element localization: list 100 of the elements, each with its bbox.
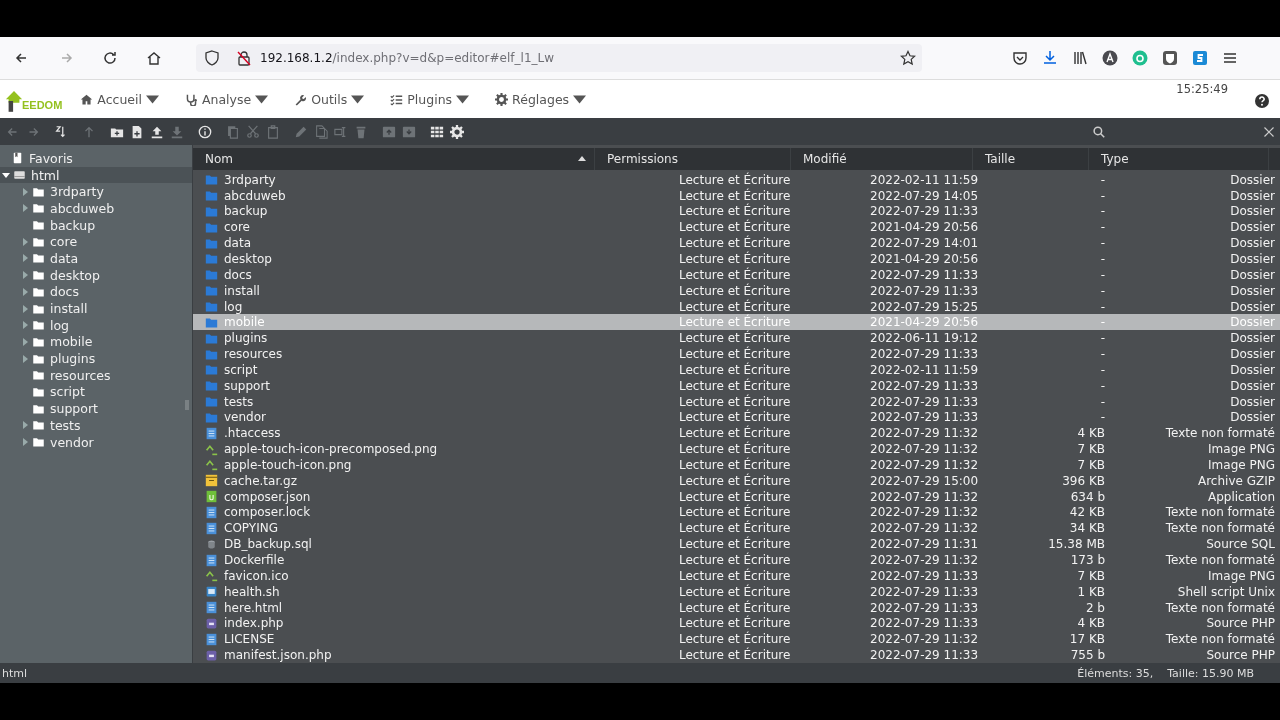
tree-item[interactable]: log: [0, 316, 192, 334]
tree-item[interactable]: docs: [0, 283, 192, 301]
file-name: tests: [224, 394, 254, 409]
column-header[interactable]: Nom: [193, 148, 595, 170]
file-row[interactable]: script Lecture et Écriture 2022-02-11 11:59 - Dossier: [193, 361, 1280, 378]
permissions-cell-text: Lecture et Écriture: [679, 299, 792, 314]
file-row[interactable]: favicon.ico Lecture et Écriture 2022-07-29 11:33 7 KB Image PNG: [193, 567, 1280, 584]
address-bar[interactable]: 192.168.1.2/index.php?v=d&p=editor#elf_l1_Lw: [196, 44, 922, 72]
tree-item[interactable]: tests: [0, 417, 192, 434]
file-row[interactable]: DB_backup.sql Lecture et Écriture 2022-07-29 11:31 15.38 MB Source SQL: [193, 536, 1280, 553]
tree-item[interactable]: 3rdparty: [0, 183, 192, 201]
file-row[interactable]: LICENSE Lecture et Écriture 2022-07-29 11:32 17 KB Texte non formaté: [193, 631, 1280, 648]
file-row[interactable]: core Lecture et Écriture 2021-04-29 20:56 - Dossier: [193, 219, 1280, 236]
file-row[interactable]: tests Lecture et Écriture 2022-07-29 11:33 - Dossier: [193, 393, 1280, 410]
tree-item[interactable]: abcduweb: [0, 200, 192, 217]
tree-item[interactable]: install: [0, 300, 192, 317]
help-icon[interactable]: [1255, 94, 1269, 108]
library-icon[interactable]: [1072, 50, 1088, 66]
modified-cell-text: 2022-07-29 14:05: [870, 188, 980, 203]
extension-icon[interactable]: [1192, 50, 1208, 66]
file-row[interactable]: here.html Lecture et Écriture 2022-07-29 11:33 2 b Texte non formaté: [193, 599, 1280, 616]
file-row[interactable]: 3rdparty Lecture et Écriture 2022-02-11 11:59 - Dossier: [193, 171, 1280, 188]
caret-icon: [456, 92, 470, 106]
tree-item[interactable]: script: [0, 383, 192, 401]
file-row[interactable]: vendor Lecture et Écriture 2022-07-29 11:33 - Dossier: [193, 409, 1280, 426]
file-row[interactable]: cache.tar.gz Lecture et Écriture 2022-07-29 15:00 396 KB Archive GZIP: [193, 472, 1280, 489]
menu-icon[interactable]: [1222, 50, 1238, 66]
size-cell-text: 7 KB: [1076, 442, 1105, 457]
permissions-cell-text: Lecture et Écriture: [679, 236, 792, 251]
caret-icon: [573, 92, 587, 106]
column-header[interactable]: Modifié: [791, 148, 973, 170]
shield-extension-icon[interactable]: [1162, 50, 1178, 66]
nav-menu[interactable]: Réglages: [491, 89, 591, 109]
file-row[interactable]: COPYING Lecture et Écriture 2022-07-29 11:32 34 KB Texte non formaté: [193, 520, 1280, 537]
drive-icon: [13, 169, 26, 182]
tree-item[interactable]: vendor: [0, 433, 192, 451]
tree-item[interactable]: desktop: [0, 266, 192, 284]
file-row[interactable]: health.sh Lecture et Écriture 2022-07-29 11:33 1 KB Shell script Unix: [193, 583, 1280, 600]
file-row[interactable]: data Lecture et Écriture 2022-07-29 14:01 - Dossier: [193, 235, 1280, 252]
tree-item[interactable]: core: [0, 233, 192, 251]
file-row[interactable]: composer.json Lecture et Écriture 2022-07-29 11:32 634 b Application: [193, 488, 1280, 505]
column-header[interactable]: Permissions: [595, 148, 791, 170]
file-name: plugins: [224, 331, 268, 346]
file-row[interactable]: desktop Lecture et Écriture 2021-04-29 20:56 - Dossier: [193, 251, 1280, 267]
type-cell-text: Source PHP: [1205, 616, 1275, 631]
file-name: cache.tar.gz: [224, 473, 297, 488]
file-row[interactable]: apple-touch-icon.png Lecture et Écriture 2022-07-29 11:32 7 KB Image PNG: [193, 457, 1280, 473]
file-row[interactable]: backup Lecture et Écriture 2022-07-29 11:33 - Dossier: [193, 203, 1280, 220]
star-icon[interactable]: [900, 50, 916, 66]
column-header[interactable]: Taille: [973, 148, 1089, 170]
download-icon[interactable]: [1042, 50, 1058, 66]
home-icon[interactable]: [146, 50, 162, 66]
close-icon[interactable]: [1263, 125, 1275, 138]
folder-icon: [32, 385, 45, 398]
pocket-icon[interactable]: [1012, 50, 1028, 66]
modified-cell-text: 2022-07-29 11:33: [870, 394, 980, 409]
reload-icon[interactable]: [102, 50, 118, 66]
file-row[interactable]: manifest.json.php Lecture et Écriture 2022-07-29 11:33 755 b Source PHP: [193, 647, 1280, 663]
modified-cell-text: 2022-06-11 19:12: [870, 331, 980, 346]
tree-item[interactable]: mobile: [0, 333, 192, 351]
tree-item[interactable]: support: [0, 400, 192, 417]
extension-icon[interactable]: [1132, 50, 1148, 66]
nav-menu[interactable]: Accueil: [76, 89, 163, 109]
folder-icon: [205, 347, 218, 361]
tree-item[interactable]: html: [0, 166, 192, 184]
modified-cell-text: 2022-07-29 11:33: [870, 204, 980, 219]
expand-arrow-icon[interactable]: [2, 171, 10, 180]
column-header[interactable]: Type: [1089, 148, 1269, 170]
type-cell-text: Dossier: [1229, 252, 1275, 266]
size-cell-text: -: [1099, 283, 1105, 298]
tree-item[interactable]: Favoris: [0, 150, 192, 167]
file-row[interactable]: index.php Lecture et Écriture 2022-07-29 11:33 4 KB Source PHP: [193, 615, 1280, 632]
file-row[interactable]: .htaccess Lecture et Écriture 2022-07-29 11:32 4 KB Texte non formaté: [193, 425, 1280, 442]
file-row[interactable]: support Lecture et Écriture 2022-07-29 11:33 - Dossier: [193, 377, 1280, 394]
file-row[interactable]: composer.lock Lecture et Écriture 2022-07-29 11:32 42 KB Texte non formaté: [193, 504, 1280, 521]
nav-menu[interactable]: Plugins: [386, 89, 474, 109]
tree-item[interactable]: data: [0, 250, 192, 267]
size-cell-text: 7 KB: [1076, 457, 1105, 472]
tree-item[interactable]: backup: [0, 216, 192, 234]
file-row[interactable]: log Lecture et Écriture 2022-07-29 15:25 - Dossier: [193, 298, 1280, 315]
file-row[interactable]: docs Lecture et Écriture 2022-07-29 11:33 - Dossier: [193, 266, 1280, 283]
nav-menu[interactable]: Outils: [290, 89, 369, 109]
modified-cell-text: 2021-04-29 20:56: [870, 252, 980, 266]
account-icon[interactable]: [1102, 50, 1118, 66]
file-row[interactable]: resources Lecture et Écriture 2022-07-29 11:33 - Dossier: [193, 346, 1280, 362]
file-row[interactable]: plugins Lecture et Écriture 2022-06-11 19:12 - Dossier: [193, 330, 1280, 347]
file-name: favicon.ico: [224, 568, 289, 583]
nav-menu[interactable]: Analyse: [181, 89, 273, 109]
tree-item[interactable]: plugins: [0, 350, 192, 367]
code-file-icon: [205, 490, 218, 504]
file-row[interactable]: abcduweb Lecture et Écriture 2022-07-29 14:05 - Dossier: [193, 187, 1280, 204]
tree-item[interactable]: resources: [0, 366, 192, 384]
file-row[interactable]: apple-touch-icon-precomposed.png Lecture et Écriture 2022-07-29 11:32 7 KB Image PNG: [193, 441, 1280, 458]
file-row[interactable]: install Lecture et Écriture 2022-07-29 11:33 - Dossier: [193, 282, 1280, 299]
search-icon: [1093, 125, 1105, 138]
modified-cell-text: 2022-07-29 11:32: [870, 489, 980, 504]
file-row[interactable]: Dockerfile Lecture et Écriture 2022-07-29 11:32 173 b Texte non formaté: [193, 552, 1280, 568]
file-name: script: [224, 362, 258, 377]
size-cell-text: -: [1099, 410, 1105, 425]
modified-cell-text: 2022-07-29 11:33: [870, 347, 980, 362]
